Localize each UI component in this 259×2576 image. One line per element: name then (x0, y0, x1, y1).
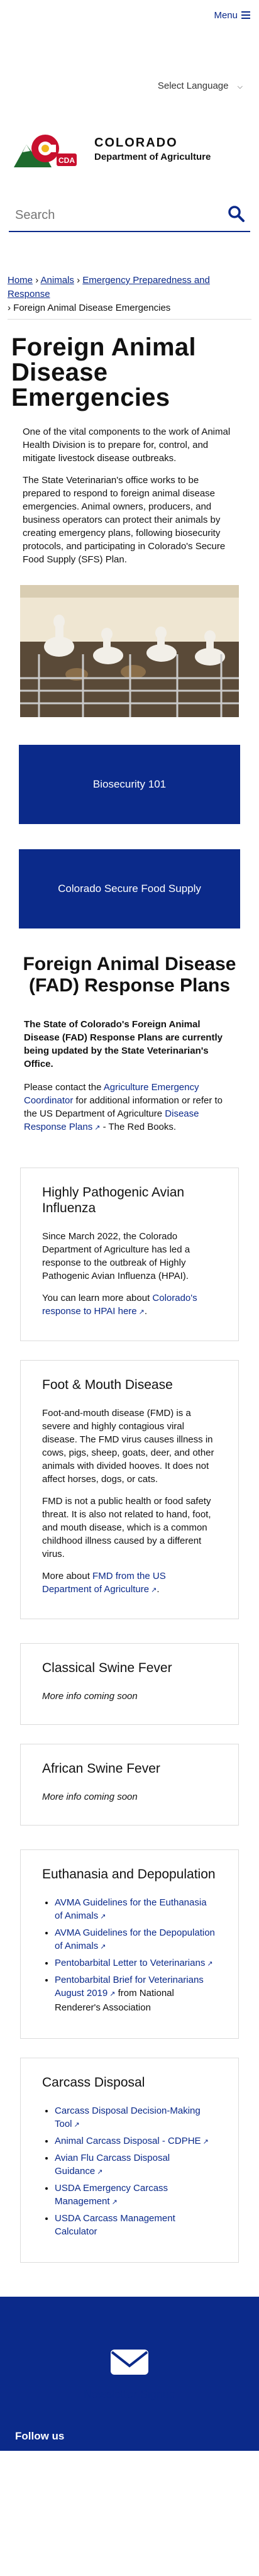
logo-graphic: CDA (14, 135, 77, 167)
link-label: Pentobarbital Letter to Veterinarians (55, 1958, 206, 1968)
csf-card-title: Classical Swine Fever (42, 1661, 172, 1675)
fad-contact-post: - The Red Books. (100, 1122, 177, 1132)
carcass-card: Carcass Disposal Carcass Disposal Decisi… (20, 2058, 239, 2263)
list-item: Pentobarbital Letter to Veterinarians↗ (55, 1956, 217, 1971)
breadcrumb-current: Foreign Animal Disease Emergencies (13, 303, 171, 313)
colorado-logo-mark: CDA (13, 127, 88, 171)
search-icon[interactable] (228, 205, 245, 226)
hpai-link-pre: You can learn more about (42, 1293, 153, 1303)
external-link-icon: ↗ (111, 2199, 118, 2206)
page-title: Foreign Animal Disease Emergencies (11, 333, 196, 411)
hpai-card: Highly Pathogenic Avian Influenza Since … (20, 1168, 239, 1341)
breadcrumb-separator: › (35, 275, 41, 286)
top-bar: Menu (0, 0, 259, 30)
csf-coming-soon: More info coming soon (42, 1691, 138, 1702)
external-link-icon: ↗ (207, 1960, 213, 1968)
link-label: Animal Carcass Disposal - CDPHE (55, 2136, 201, 2146)
external-link-icon: ↗ (100, 1943, 106, 1951)
list-item: USDA Carcass Management Calculator (55, 2212, 217, 2238)
link-label: Avian Flu Carcass Disposal Guidance (55, 2153, 170, 2177)
carcass-link-list: Carcass Disposal Decision-Making Tool↗ A… (42, 2104, 217, 2238)
follow-us-heading: Follow us (15, 2430, 65, 2442)
external-link-icon: ↗ (151, 1586, 157, 1594)
breadcrumb-home[interactable]: Home (8, 275, 33, 286)
avian-flu-carcass-link[interactable]: Avian Flu Carcass Disposal Guidance ↗ (55, 2153, 170, 2177)
external-link-icon: ↗ (100, 1913, 106, 1921)
asf-card-title: African Swine Fever (42, 1761, 160, 1776)
list-item: Animal Carcass Disposal - CDPHE↗ (55, 2134, 217, 2149)
fad-update-notice: The State of Colorado's Foreign Animal D… (24, 1019, 223, 1069)
language-selector[interactable]: Select Language ⌵ (0, 81, 259, 91)
euthanasia-card-title: Euthanasia and Depopulation (42, 1867, 216, 1882)
list-item: AVMA Guidelines for the Depopulation of … (55, 1926, 217, 1954)
hpai-card-link-paragraph: You can learn more about Colorado's resp… (42, 1291, 217, 1319)
logo-department: Department of Agriculture (94, 152, 211, 162)
external-link-icon: ↗ (74, 2121, 80, 2129)
fad-section-title: Foreign Animal Disease (FAD) Response Pl… (23, 954, 236, 996)
external-link-icon: ↗ (97, 2168, 103, 2176)
list-item: Avian Flu Carcass Disposal Guidance↗ (55, 2151, 217, 2179)
usda-carcass-calculator-link[interactable]: USDA Carcass Management Calculator (55, 2213, 175, 2237)
avma-euthanasia-link[interactable]: AVMA Guidelines for the Euthanasia of An… (55, 1897, 207, 1921)
euthanasia-card: Euthanasia and Depopulation AVMA Guideli… (20, 1849, 239, 2039)
fad-contact-paragraph: Please contact the Agriculture Emergency… (24, 1081, 235, 1135)
breadcrumb: Home › Animals › Emergency Preparedness … (8, 274, 251, 320)
envelope-icon (111, 2350, 148, 2375)
fmd-card: Foot & Mouth Disease Foot-and-mouth dise… (20, 1360, 239, 1619)
link-label: AVMA Guidelines for the Depopulation of … (55, 1927, 215, 1951)
list-item: USDA Emergency Carcass Management↗ (55, 2182, 217, 2209)
avma-depopulation-link[interactable]: AVMA Guidelines for the Depopulation of … (55, 1927, 215, 1951)
language-label: Select Language (157, 81, 229, 91)
logo-badge-text: CDA (58, 156, 75, 165)
hpai-card-text: Since March 2022, the Colorado Departmen… (42, 1231, 190, 1281)
site-logo[interactable]: CDA COLORADO Department of Agriculture (13, 124, 259, 174)
hpai-link-post: . (144, 1306, 148, 1317)
asf-coming-soon: More info coming soon (42, 1792, 138, 1802)
hamburger-icon (241, 11, 250, 19)
fmd-card-text: FMD is not a public health or food safet… (42, 1496, 211, 1559)
csf-card: Classical Swine Fever More info coming s… (20, 1643, 239, 1725)
list-item: Pentobarbital Brief for Veterinarians Au… (55, 1973, 217, 2014)
hpai-card-title: Highly Pathogenic Avian Influenza (42, 1185, 185, 1215)
chevron-down-icon: ⌵ (237, 83, 243, 91)
carcass-card-title: Carcass Disposal (42, 2075, 145, 2090)
goats-photo (20, 585, 239, 717)
intro-paragraph: One of the vital components to the work … (23, 427, 231, 464)
fmd-card-text: Foot-and-mouth disease (FMD) is a severe… (42, 1408, 214, 1485)
external-link-icon: ↗ (138, 1308, 145, 1316)
usda-emergency-carcass-link[interactable]: USDA Emergency Carcass Management ↗ (55, 2183, 168, 2207)
list-item: AVMA Guidelines for the Euthanasia of An… (55, 1896, 217, 1924)
fmd-card-link-paragraph: More about FMD from the US Department of… (42, 1570, 217, 1597)
biosecurity-101-button[interactable]: Biosecurity 101 (19, 745, 240, 824)
list-item: Carcass Disposal Decision-Making Tool↗ (55, 2104, 217, 2132)
breadcrumb-separator: › (77, 275, 83, 286)
asf-card: African Swine Fever More info coming soo… (20, 1744, 239, 1826)
fad-contact-pre: Please contact the (24, 1082, 104, 1093)
breadcrumb-animals[interactable]: Animals (41, 275, 74, 286)
menu-button[interactable]: Menu (214, 10, 250, 21)
fad-section-body: The State of Colorado's Foreign Animal D… (24, 1018, 235, 1135)
intro-text: One of the vital components to the work … (23, 425, 236, 566)
link-label: USDA Carcass Management Calculator (55, 2213, 175, 2237)
euthanasia-link-list: AVMA Guidelines for the Euthanasia of An… (42, 1896, 217, 2014)
fmd-link-post: . (157, 1584, 160, 1595)
fmd-card-title: Foot & Mouth Disease (42, 1378, 173, 1392)
search-input[interactable] (15, 208, 204, 223)
site-footer: Newsletter Signup Follow us (0, 2297, 259, 2451)
logo-name: COLORADO (94, 136, 178, 150)
secure-food-supply-button[interactable]: Colorado Secure Food Supply (19, 849, 240, 928)
breadcrumb-separator: › (8, 303, 14, 313)
search-bar (9, 199, 250, 232)
pentobarbital-letter-link[interactable]: Pentobarbital Letter to Veterinarians ↗ (55, 1958, 213, 1968)
menu-label: Menu (214, 9, 238, 21)
fmd-link-pre: More about (42, 1571, 93, 1581)
logo-text: COLORADO Department of Agriculture (94, 136, 211, 162)
external-link-icon: ↗ (202, 2138, 209, 2146)
newsletter-signup-link[interactable]: Newsletter Signup (0, 2347, 259, 2401)
link-label: AVMA Guidelines for the Euthanasia of An… (55, 1897, 207, 1921)
cdphe-carcass-link[interactable]: Animal Carcass Disposal - CDPHE ↗ (55, 2136, 209, 2146)
carcass-decision-tool-link[interactable]: Carcass Disposal Decision-Making Tool ↗ (55, 2105, 201, 2129)
intro-paragraph: The State Veterinarian's office works to… (23, 475, 226, 565)
newsletter-label: Newsletter Signup (83, 2388, 176, 2400)
